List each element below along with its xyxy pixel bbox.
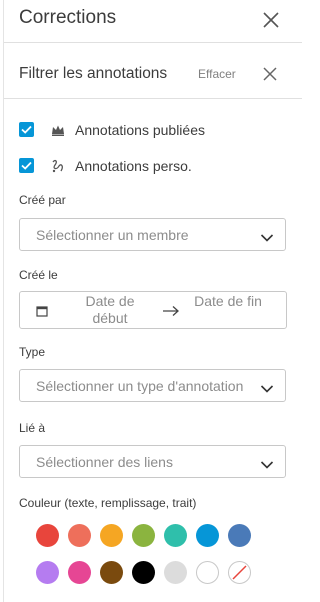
- color-swatch-light-gray[interactable]: [164, 561, 187, 584]
- published-annotations-label: Annotations publiées: [75, 122, 205, 138]
- chevron-down-icon: [260, 381, 274, 393]
- panel-header: Corrections: [0, 0, 302, 42]
- panel-title: Corrections: [19, 7, 117, 28]
- color-swatch-brown[interactable]: [100, 561, 123, 584]
- header-divider: [4, 42, 302, 43]
- filter-divider: [4, 98, 302, 99]
- member-select-placeholder: Sélectionner un membre: [36, 227, 189, 243]
- chevron-down-icon: [260, 230, 274, 242]
- created-by-label: Créé par: [19, 193, 66, 207]
- color-swatch-orange[interactable]: [100, 524, 123, 547]
- links-select-placeholder: Sélectionner des liens: [36, 454, 173, 470]
- color-swatch-black[interactable]: [132, 561, 155, 584]
- chevron-down-icon: [260, 457, 274, 469]
- no-color-swatch[interactable]: [228, 561, 251, 584]
- crown-icon: [50, 122, 66, 138]
- color-swatch-steel-blue[interactable]: [228, 524, 251, 547]
- color-swatch-pink[interactable]: [68, 561, 91, 584]
- color-swatch-purple[interactable]: [36, 561, 59, 584]
- color-swatch-white[interactable]: [196, 561, 219, 584]
- filter-title: Filtrer les annotations: [19, 65, 168, 82]
- member-select[interactable]: Sélectionner un membre: [19, 218, 286, 251]
- color-swatch-blue[interactable]: [196, 524, 219, 547]
- close-icon[interactable]: [262, 11, 280, 29]
- personal-annotations-checkbox[interactable]: [19, 158, 34, 173]
- markup-icon: [50, 158, 66, 174]
- type-select-placeholder: Sélectionner un type d'annotation: [36, 378, 244, 394]
- type-label: Type: [19, 345, 46, 359]
- published-annotations-checkbox[interactable]: [19, 122, 34, 137]
- color-swatch-teal[interactable]: [164, 524, 187, 547]
- created-on-label: Créé le: [19, 268, 58, 282]
- panel-border: [3, 0, 4, 602]
- personal-annotations-label: Annotations perso.: [75, 158, 192, 174]
- color-label: Couleur (texte, remplissage, trait): [19, 496, 197, 510]
- color-swatch-red[interactable]: [36, 524, 59, 547]
- close-filter-icon[interactable]: [262, 66, 278, 82]
- start-date-field[interactable]: Date de début: [72, 293, 148, 327]
- linked-to-label: Lié à: [19, 421, 46, 435]
- end-date-field[interactable]: Date de fin: [190, 293, 266, 310]
- links-select[interactable]: Sélectionner des liens: [19, 445, 286, 478]
- calendar-icon: [36, 304, 48, 317]
- clear-button[interactable]: Effacer: [198, 67, 236, 81]
- color-swatch-salmon[interactable]: [68, 524, 91, 547]
- arrow-right-icon: [162, 304, 180, 316]
- type-select[interactable]: Sélectionner un type d'annotation: [19, 369, 286, 402]
- date-range-picker[interactable]: Date de début Date de fin: [19, 291, 287, 329]
- no-color-slash-icon: [232, 565, 247, 580]
- color-swatch-green[interactable]: [132, 524, 155, 547]
